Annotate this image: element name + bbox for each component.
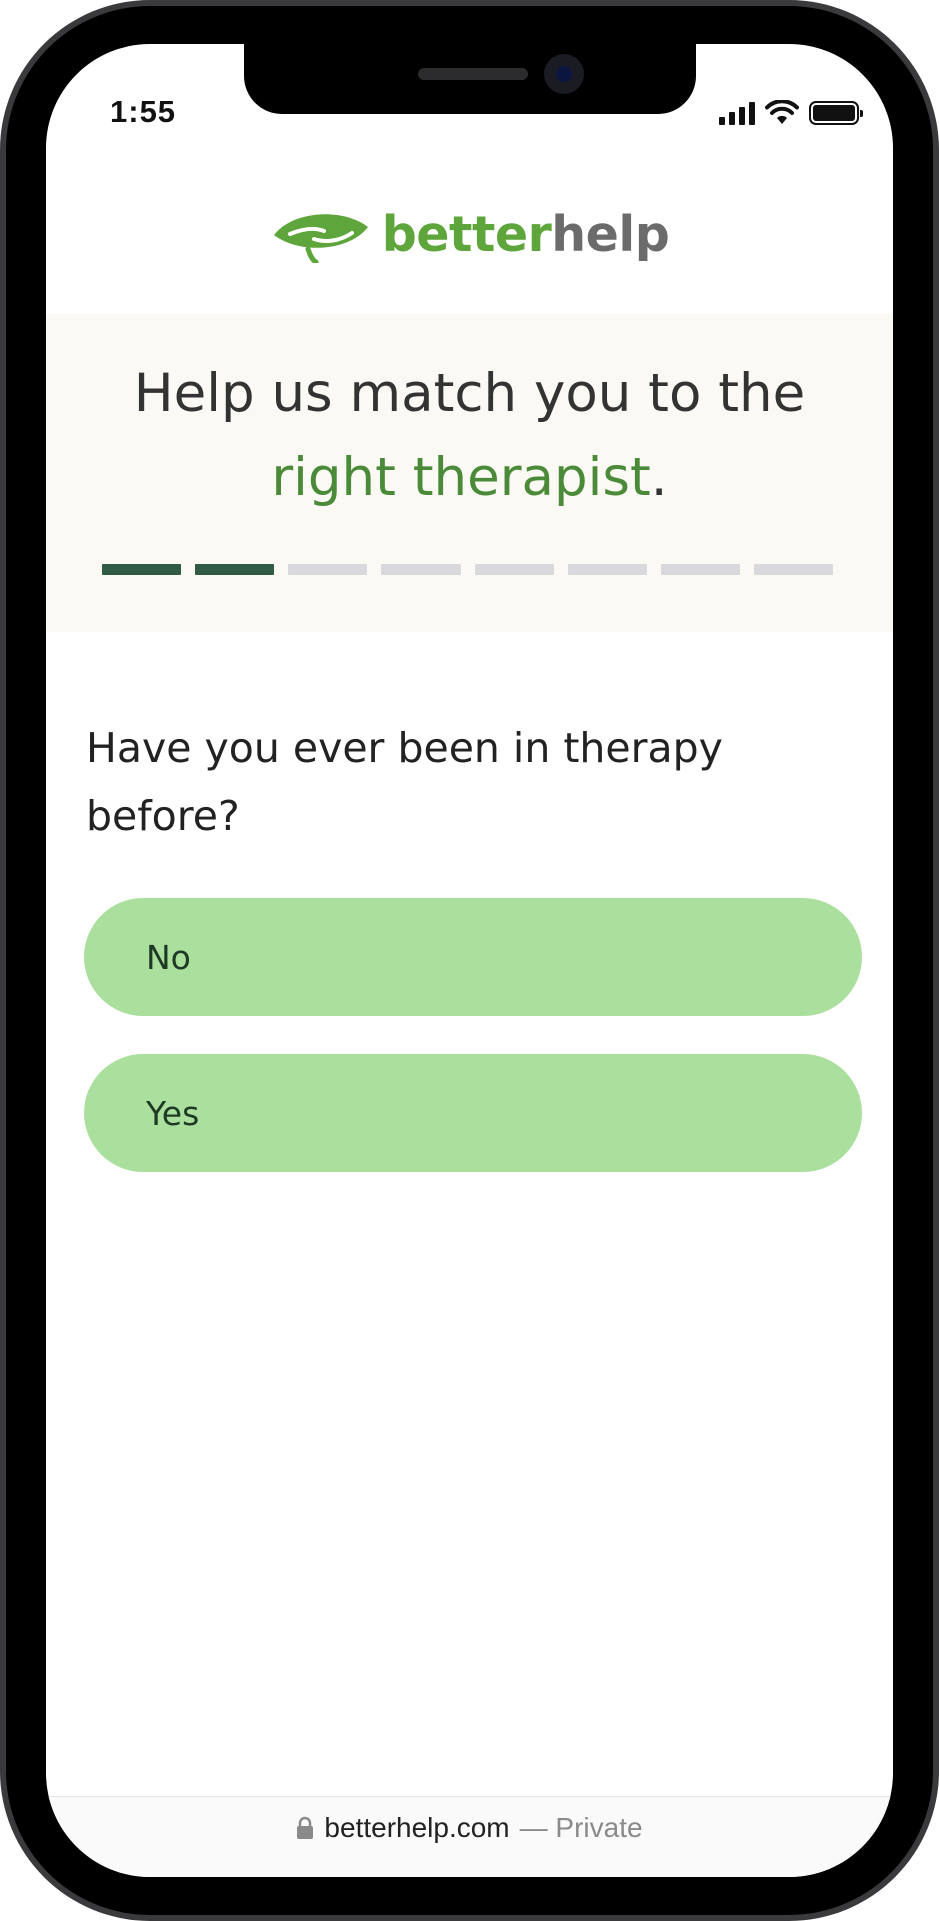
status-icons [719,98,863,128]
progress-step [381,564,461,575]
screen: 1:55 betterhelp Help us match you to the… [46,44,893,1877]
answer-no-button[interactable]: No [84,898,862,1016]
hero-title-end: . [650,447,668,508]
question-text: Have you ever been in therapy before? [86,724,723,840]
hero-panel: Help us match you to the right therapist… [46,314,893,632]
speaker-grille [418,68,528,80]
hero-title-accent: right therapist [271,447,651,508]
status-time: 1:55 [110,94,177,129]
progress-indicator [102,564,833,576]
url-privacy-label: — Private [519,1812,643,1843]
hands-leaf-icon [273,214,368,263]
progress-step [753,564,833,575]
notch [244,44,696,114]
hero-title-line1: Help us match you to the [133,363,806,424]
front-camera [544,54,584,94]
progress-step [567,564,647,575]
battery-icon [809,101,863,125]
logo-help: help [551,205,670,263]
progress-step [288,564,368,575]
wifi-icon [765,100,799,124]
progress-step [102,564,182,575]
progress-step [474,564,554,575]
progress-step [660,564,740,575]
answer-yes-button[interactable]: Yes [84,1054,862,1172]
progress-step [195,564,275,575]
url-domain: betterhelp.com [324,1812,510,1843]
browser-address-bar[interactable]: betterhelp.com — Private [46,1796,893,1877]
logo-better: better [381,205,552,263]
hero-title: Help us match you to the right therapist… [46,352,893,520]
logo-wordmark: betterhelp [382,206,670,263]
betterhelp-logo[interactable]: betterhelp [46,189,893,279]
lock-icon [297,1816,314,1839]
cellular-signal-icon [719,101,755,125]
